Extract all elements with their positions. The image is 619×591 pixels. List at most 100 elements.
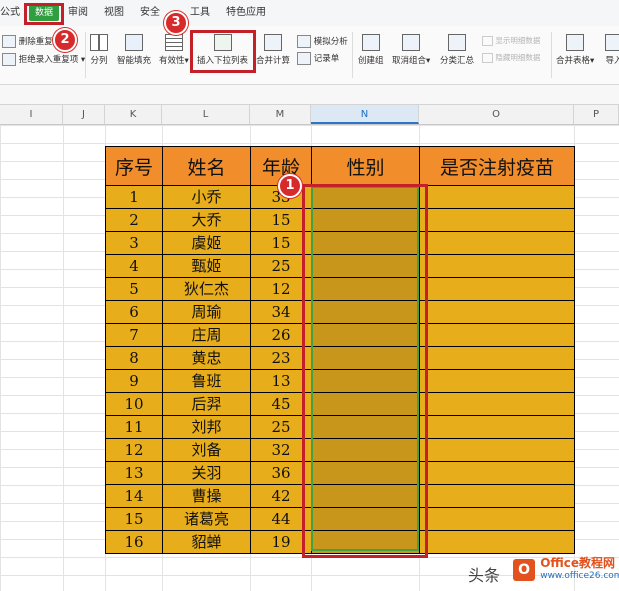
smart-fill-button[interactable]: 智能填充 — [117, 34, 151, 67]
menu-view[interactable]: 视图 — [104, 6, 124, 20]
cell-vaccinated[interactable] — [419, 484, 575, 508]
cell-seq[interactable]: 6 — [105, 300, 163, 324]
step-1-badge: 1 — [278, 174, 302, 198]
cell-seq[interactable]: 16 — [105, 530, 163, 554]
merge-calc-button[interactable]: 合并计算 — [256, 34, 290, 67]
header-seq[interactable]: 序号 — [105, 146, 163, 186]
merge-tables-icon — [566, 34, 585, 51]
import-button[interactable]: 导入 — [605, 34, 619, 67]
chevron-down-icon: ▾ — [184, 56, 189, 66]
cell-seq[interactable]: 12 — [105, 438, 163, 462]
cell-vaccinated[interactable] — [419, 277, 575, 301]
cell-seq[interactable]: 9 — [105, 369, 163, 393]
cell-seq[interactable]: 11 — [105, 415, 163, 439]
cell-name[interactable]: 小乔 — [162, 185, 251, 209]
cell-vaccinated[interactable] — [419, 323, 575, 347]
column-header-j[interactable]: J — [63, 105, 105, 124]
header-name[interactable]: 姓名 — [162, 146, 251, 186]
cell-seq[interactable]: 1 — [105, 185, 163, 209]
cell-seq[interactable]: 3 — [105, 231, 163, 255]
cell-seq[interactable]: 8 — [105, 346, 163, 370]
column-header-k[interactable]: K — [105, 105, 162, 124]
cell-name[interactable]: 甄姬 — [162, 254, 251, 278]
split-column-button[interactable]: 分列 — [90, 34, 108, 67]
simulation-analysis-button[interactable]: 模拟分析 — [297, 35, 348, 48]
cell-name[interactable]: 关羽 — [162, 461, 251, 485]
cell-name[interactable]: 诸葛亮 — [162, 507, 251, 531]
cell-name[interactable]: 貂蝉 — [162, 530, 251, 554]
header-vaccinated[interactable]: 是否注射疫苗 — [419, 146, 575, 186]
split-column-icon — [90, 34, 108, 51]
watermark: 头条 O Office教程网 www.office26.com — [468, 553, 619, 587]
cell-name[interactable]: 狄仁杰 — [162, 277, 251, 301]
cell-vaccinated[interactable] — [419, 300, 575, 324]
cell-vaccinated[interactable] — [419, 530, 575, 554]
cell-seq[interactable]: 4 — [105, 254, 163, 278]
cell-vaccinated[interactable] — [419, 415, 575, 439]
hide-detail-button[interactable]: 隐藏明细数据 — [482, 52, 540, 64]
cell-name[interactable]: 周瑜 — [162, 300, 251, 324]
cell-name[interactable]: 鲁班 — [162, 369, 251, 393]
create-group-icon — [361, 34, 380, 51]
reject-duplicates-button[interactable]: 拒绝录入重复项 ▾ — [2, 53, 85, 66]
merge-calc-icon — [264, 34, 282, 51]
merge-calc-label: 合并计算 — [256, 56, 291, 66]
menu-security[interactable]: 安全 — [140, 6, 160, 20]
cell-name[interactable]: 刘邦 — [162, 415, 251, 439]
cell-vaccinated[interactable] — [419, 231, 575, 255]
cell-seq[interactable]: 5 — [105, 277, 163, 301]
cell-vaccinated[interactable] — [419, 369, 575, 393]
record-sheet-button[interactable]: 记录单 — [297, 52, 339, 65]
subtotal-icon — [448, 34, 466, 51]
cell-vaccinated[interactable] — [419, 392, 575, 416]
validity-icon — [164, 34, 183, 51]
cell-name[interactable]: 刘备 — [162, 438, 251, 462]
cell-name[interactable]: 黄忠 — [162, 346, 251, 370]
cell-name[interactable]: 后羿 — [162, 392, 251, 416]
cell-name[interactable]: 大乔 — [162, 208, 251, 232]
delete-duplicates-button[interactable]: 删除重复 — [2, 35, 53, 48]
cell-vaccinated[interactable] — [419, 507, 575, 531]
cell-name[interactable]: 庄周 — [162, 323, 251, 347]
cell-seq[interactable]: 15 — [105, 507, 163, 531]
menu-bar: 公式 数据 审阅 视图 安全 工具 特色应用 — [0, 0, 619, 27]
cell-seq[interactable]: 13 — [105, 461, 163, 485]
cell-name[interactable]: 虞姬 — [162, 231, 251, 255]
show-detail-button[interactable]: 显示明细数据 — [482, 35, 540, 47]
hide-detail-icon — [482, 53, 493, 63]
cell-seq[interactable]: 10 — [105, 392, 163, 416]
create-group-button[interactable]: 创建组 — [358, 34, 384, 67]
cell-vaccinated[interactable] — [419, 461, 575, 485]
cell-seq[interactable]: 7 — [105, 323, 163, 347]
formula-bar[interactable] — [0, 85, 619, 105]
column-header-m[interactable]: M — [250, 105, 311, 124]
column-header-o[interactable]: O — [419, 105, 574, 124]
site-name: Office教程网 — [540, 555, 616, 570]
subtotal-button[interactable]: 分类汇总 — [440, 34, 474, 67]
header-gender[interactable]: 性别 — [311, 146, 420, 186]
column-header-p[interactable]: P — [574, 105, 619, 124]
cell-name[interactable]: 曹操 — [162, 484, 251, 508]
cell-seq[interactable]: 14 — [105, 484, 163, 508]
ungroup-label: 取消组合 — [392, 56, 427, 66]
cell-vaccinated[interactable] — [419, 208, 575, 232]
cell-seq[interactable]: 2 — [105, 208, 163, 232]
smart-fill-icon — [125, 34, 143, 51]
menu-special-apps[interactable]: 特色应用 — [226, 6, 266, 20]
menu-review[interactable]: 审阅 — [68, 6, 88, 20]
cell-vaccinated[interactable] — [419, 346, 575, 370]
column-header-n[interactable]: N — [311, 105, 419, 124]
show-detail-icon — [482, 36, 493, 46]
simulation-icon — [297, 35, 311, 48]
merge-tables-button[interactable]: 合并表格▾ — [556, 34, 594, 67]
ungroup-button[interactable]: 取消组合▾ — [392, 34, 430, 67]
validity-button[interactable]: 有效性▾ — [159, 34, 189, 67]
cell-vaccinated[interactable] — [419, 254, 575, 278]
cell-vaccinated[interactable] — [419, 185, 575, 209]
step-2-badge: 2 — [53, 28, 77, 52]
menu-formula[interactable]: 公式 — [0, 6, 20, 20]
menu-tools[interactable]: 工具 — [190, 6, 210, 20]
column-header-l[interactable]: L — [162, 105, 250, 124]
cell-vaccinated[interactable] — [419, 438, 575, 462]
column-header-i[interactable]: I — [0, 105, 63, 124]
